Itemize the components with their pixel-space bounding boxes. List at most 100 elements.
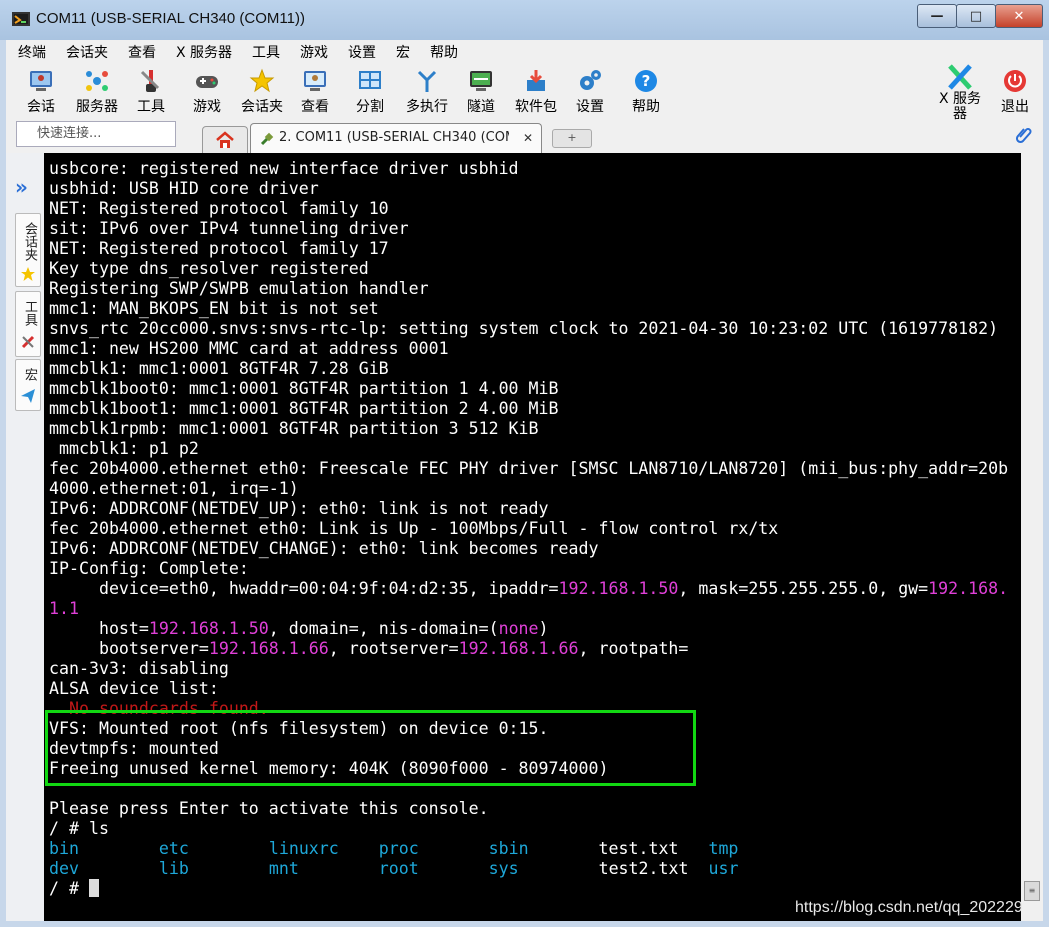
terminal-text: etc [158,839,189,858]
view-button[interactable]: 查看 [289,68,341,116]
tunneling-button[interactable]: 隧道 [455,68,507,116]
terminal-line: mmc1: new HS200 MMC card at address 0001 [49,339,1008,359]
terminal-text: Please press Enter to activate this cons… [49,799,489,818]
session-tab-label: 2. COM11 (USB-SERIAL CH340 (COM11)) [279,130,509,145]
menu-terminal[interactable]: 终端 [6,42,54,62]
terminal-text: , mask=255.255.255.0, gw= [678,579,929,598]
terminal-text: NET: Registered protocol family 17 [49,239,389,258]
terminal-text: usr [708,859,739,878]
maximize-button[interactable]: □ [956,4,996,28]
terminal-text: Registering SWP/SWPB emulation handler [49,279,429,298]
expand-sidebar-icon[interactable]: » [15,175,28,199]
settings-button[interactable]: 设置 [564,68,616,116]
xserver-label-line2: 器 [953,106,967,122]
home-tab[interactable] [202,126,248,153]
terminal-text: sys [488,859,519,878]
terminal-text: 192.168.1.66 [208,639,329,658]
terminal-text: mmcblk1boot1: mmc1:0001 8GTF4R partition… [49,399,559,418]
terminal-text: test.txt [528,839,709,858]
gamepad-icon [196,76,218,88]
menu-tools[interactable]: 工具 [240,42,288,62]
games-button[interactable]: 游戏 [181,68,233,116]
title-bar[interactable]: COM11 (USB-SERIAL CH340 (COM11)) — □ ✕ [0,0,1049,40]
terminal-text: ALSA device list: [49,679,219,698]
menu-xserver[interactable]: X 服务器 [164,42,240,62]
serial-plug-icon [260,132,274,146]
favorites-label: 会话夹 [241,99,283,115]
sidebar-tab-favorites[interactable]: 会话夹 [15,213,41,287]
watermark: https://blog.csdn.net/qq_202229 [795,899,1023,916]
tools-button[interactable]: 工具 [125,68,177,116]
tools-icon [140,70,160,92]
terminal-output[interactable]: usbcore: registered new interface driver… [44,153,1021,921]
packages-button[interactable]: 软件包 [510,68,562,116]
xserver-button[interactable]: X 服务 器 [932,64,988,121]
terminal-text: mnt [268,859,299,878]
settings-label: 设置 [576,99,604,115]
terminal-line: usbcore: registered new interface driver… [49,159,1008,179]
menu-macros[interactable]: 宏 [384,42,418,62]
terminal-lines: usbcore: registered new interface driver… [49,159,1008,899]
servers-label: 服务器 [76,99,118,115]
paperclip-icon[interactable] [1015,126,1033,144]
terminal-line: mmcblk1rpmb: mmc1:0001 8GTF4R partition … [49,419,1008,439]
vertical-scrollbar[interactable]: ≡ [1021,153,1043,921]
session-tab-close[interactable]: ✕ [523,124,533,152]
terminal-text: 4000.ethernet:01, irq=-1) [49,479,299,498]
home-icon [216,131,234,148]
exit-button[interactable]: 退出 [989,68,1041,116]
close-button[interactable]: ✕ [995,4,1043,28]
session-button[interactable]: 会话 [15,68,67,116]
sidebar-tools-label: 工具 [22,300,37,326]
terminal-text: 192.168.1.50 [558,579,679,598]
terminal-line: NET: Registered protocol family 10 [49,199,1008,219]
terminal-line: mmc1: MAN_BKOPS_EN bit is not set [49,299,1008,319]
split-button[interactable]: 分割 [344,68,396,116]
tab-row: 快速连接... 2. COM11 (USB-SERIAL CH340 (COM1… [6,120,1043,154]
multiexec-button[interactable]: 多执行 [399,68,455,116]
terminal-text: none [498,619,539,638]
package-icon [527,70,545,91]
terminal-text: linuxrc [268,839,339,858]
menu-view[interactable]: 查看 [116,42,164,62]
terminal-line: 1.1 [49,599,1008,619]
terminal-text: sit: IPv6 over IPv4 tunneling driver [49,219,409,238]
servers-icon [86,71,108,91]
app-icon [12,12,30,26]
menu-help[interactable]: 帮助 [418,42,466,62]
terminal-line: fec 20b4000.ethernet eth0: Freescale FEC… [49,459,1008,479]
terminal-text: can-3v3: disabling [49,659,229,678]
xserver-icon [948,64,972,90]
view-label: 查看 [301,99,329,115]
terminal-text: dev [49,859,79,878]
quick-connect-input[interactable]: 快速连接... [16,121,176,147]
send-icon [21,389,35,403]
terminal-text: fec 20b4000.ethernet eth0: Freescale FEC… [49,459,1009,478]
favorites-button[interactable]: 会话夹 [235,68,289,116]
terminal-text: 1.1 [49,599,79,618]
session-tab[interactable]: 2. COM11 (USB-SERIAL CH340 (COM11)) ✕ [250,123,542,154]
gear-icon [580,70,601,90]
terminal-text: usbhid: USB HID core driver [49,179,319,198]
menu-settings[interactable]: 设置 [336,42,384,62]
scrollbar-thumb[interactable]: ≡ [1024,881,1040,901]
tunneling-label: 隧道 [467,99,495,115]
minimize-button[interactable]: — [917,4,957,28]
terminal-text: bootserver= [49,639,209,658]
menu-games[interactable]: 游戏 [288,42,336,62]
sidebar-tab-tools[interactable]: 工具 [15,291,41,357]
toolbar: 会话 服务器 工具 游戏 会话夹 查看 分割 多执行 隧道 软件包 设置 ? 帮… [6,64,1043,121]
sidebar-tab-macros[interactable]: 宏 [15,359,41,411]
servers-button[interactable]: 服务器 [69,68,125,116]
new-tab-button[interactable]: + [552,129,592,148]
multiexec-icon [417,70,437,92]
terminal-line: dev lib mnt root sys test2.txt usr [49,859,1008,879]
menu-sessions[interactable]: 会话夹 [54,42,116,62]
help-button[interactable]: ? 帮助 [620,68,672,116]
terminal-text: snvs_rtc 20cc000.snvs:snvs-rtc-lp: setti… [49,319,999,338]
terminal-text: , domain=, nis-domain=( [268,619,499,638]
terminal-line: IP-Config: Complete: [49,559,1008,579]
